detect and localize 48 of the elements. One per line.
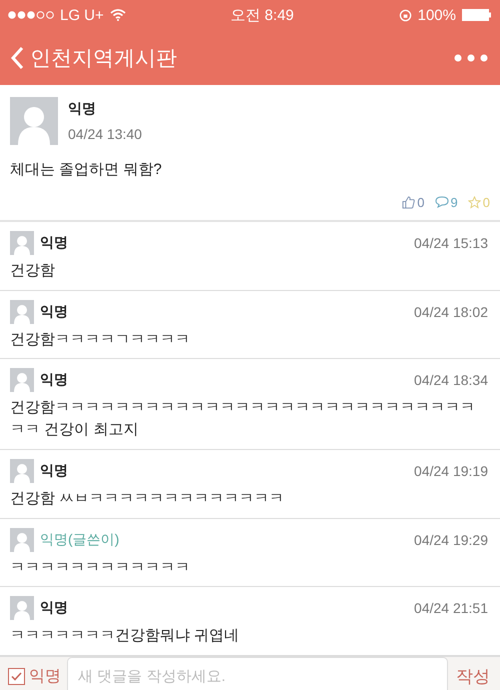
post-body: 체대는 졸업하면 뭐함? xyxy=(10,160,163,180)
comment-text: ㅋㅋㅋㅋㅋㅋㅋㅋㅋㅋㅋㅋ xyxy=(10,558,191,578)
comment-date: 04/24 21:51 xyxy=(414,600,488,616)
clock-time: 오전 8:49 xyxy=(230,6,294,24)
comment-icon[interactable] xyxy=(434,196,449,208)
comment-date: 04/24 18:02 xyxy=(414,304,488,320)
comment-text: 건강함 xyxy=(10,260,56,281)
submit-button[interactable]: 작성 xyxy=(454,664,492,688)
avatar-icon xyxy=(10,458,34,483)
favorite-count: 0 xyxy=(482,194,490,210)
comment-author: 익명 xyxy=(40,234,68,252)
comment-text: 건강함 ㅆㅂㅋㅋㅋㅋㅋㅋㅋㅋㅋㅋㅋㅋㅋ xyxy=(10,488,286,509)
more-options-icon[interactable] xyxy=(454,54,488,62)
avatar-icon xyxy=(10,368,34,392)
post-date: 04/24 13:40 xyxy=(68,126,142,142)
rotation-lock-icon xyxy=(398,8,412,22)
avatar-icon xyxy=(10,596,34,620)
star-icon[interactable] xyxy=(468,196,481,209)
anonymous-checkbox[interactable]: 익명 xyxy=(8,666,61,686)
post-author: 익명 xyxy=(68,100,97,118)
comment-date: 04/24 18:34 xyxy=(414,372,488,388)
thumbs-up-icon[interactable] xyxy=(402,196,416,209)
comment-date: 04/24 15:13 xyxy=(414,234,488,251)
checkmark-icon xyxy=(11,672,22,680)
comment-author: 익명 xyxy=(40,599,68,618)
comment-date: 04/24 19:19 xyxy=(414,462,488,479)
comment-text: 건강함ㅋㅋㅋㅋㅋㅋㅋㅋㅋㅋㅋㅋㅋㅋㅋㅋㅋㅋㅋㅋㅋㅋㅋㅋㅋㅋㅋㅋㅋㅋ 건강이 최고지 xyxy=(10,398,476,440)
comment-text: 건강함ㅋㅋㅋㅋㄱㅋㅋㅋㅋ xyxy=(10,330,191,350)
back-icon[interactable] xyxy=(10,46,24,70)
original-poster-name: 익명(글쓴이) xyxy=(40,530,120,548)
comment-input-field[interactable]: 새 댓글을 작성하세요. xyxy=(67,657,448,690)
signal-strength-icon xyxy=(8,11,54,19)
avatar-icon xyxy=(10,300,34,324)
battery-percent: 100% xyxy=(418,6,456,24)
comment-text: ㅋㅋㅋㅋㅋㅋㅋ건강함뭐냐 귀엽네 xyxy=(10,626,240,646)
avatar-icon xyxy=(10,528,34,552)
comment-author: 익명 xyxy=(40,302,68,320)
avatar-icon xyxy=(10,97,58,145)
comment-author: 익명 xyxy=(40,371,68,390)
avatar-icon xyxy=(10,230,34,255)
wifi-icon xyxy=(110,9,126,21)
comment-count: 9 xyxy=(450,194,458,210)
carrier-name: LG U+ xyxy=(60,6,104,24)
comment-author: 익명 xyxy=(40,462,68,480)
battery-icon xyxy=(462,9,492,21)
comment-date: 04/24 19:29 xyxy=(414,532,488,548)
like-count: 0 xyxy=(417,194,425,210)
board-title: 인천지역게시판 xyxy=(30,46,177,72)
